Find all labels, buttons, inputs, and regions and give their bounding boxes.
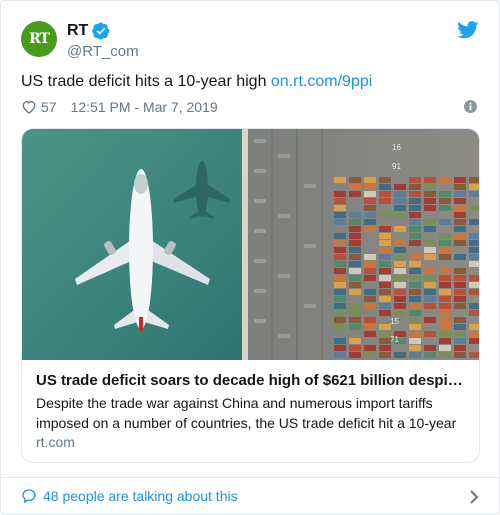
image-number-4: 71 <box>390 335 399 344</box>
timestamp[interactable]: 12:51 PM - Mar 7, 2019 <box>71 99 218 115</box>
airplane-port-image: 16 91 15 71 <box>22 129 479 360</box>
card-domain[interactable]: rt.com <box>36 434 75 450</box>
tweet-footer[interactable]: 48 people are talking about this <box>1 477 500 515</box>
image-number-3: 15 <box>390 317 399 326</box>
tweet-link[interactable]: on.rt.com/9ppi <box>271 73 372 90</box>
chevron-right-icon[interactable] <box>469 490 479 504</box>
twitter-bird-icon[interactable] <box>457 21 479 39</box>
like-count[interactable]: 57 <box>41 99 57 115</box>
card-title[interactable]: US trade deficit soars to decade high of… <box>36 372 466 389</box>
tweet-embed: RT RT @RT_com US trade deficit hits a 10… <box>0 0 500 515</box>
tweet-text: US trade deficit hits a 10-year high on.… <box>21 71 372 92</box>
avatar-logo-text: RT <box>29 31 50 47</box>
talking-link[interactable]: 48 people are talking about this <box>21 488 238 504</box>
image-number-2: 91 <box>392 162 401 171</box>
tweet-meta: 57 12:51 PM - Mar 7, 2019 <box>21 97 218 117</box>
image-number-1: 16 <box>392 143 401 152</box>
info-icon[interactable] <box>464 100 477 113</box>
card-image[interactable]: 16 91 15 71 <box>22 129 479 360</box>
talking-count[interactable]: 48 people are talking about this <box>43 488 238 504</box>
display-name[interactable]: RT <box>67 22 88 40</box>
link-card[interactable]: 16 91 15 71 US trade deficit soars to de… <box>21 128 480 463</box>
heart-icon[interactable] <box>21 99 37 115</box>
card-description[interactable]: Despite the trade war against China and … <box>36 393 466 433</box>
verified-icon <box>92 22 110 40</box>
handle[interactable]: @RT_com <box>67 43 139 60</box>
author-name-row[interactable]: RT <box>67 21 110 41</box>
tweet-body: US trade deficit hits a 10-year high <box>21 73 271 90</box>
avatar[interactable]: RT <box>21 21 57 57</box>
speech-bubble-icon <box>22 489 36 504</box>
